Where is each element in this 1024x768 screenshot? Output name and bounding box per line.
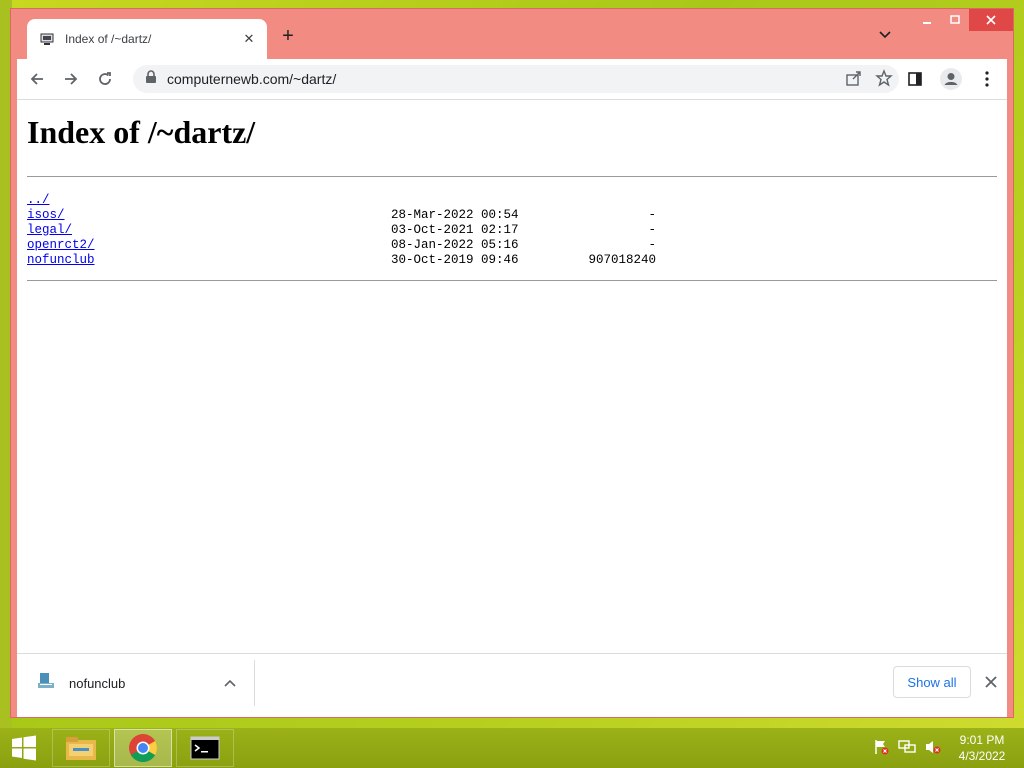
folder-icon xyxy=(66,737,96,760)
browser-tab[interactable]: Index of /~dartz/ ✕ xyxy=(27,19,267,59)
lock-icon[interactable] xyxy=(145,69,157,89)
download-file-name: nofunclub xyxy=(69,675,126,691)
listing-row: legal/03-Oct-2021 02:17 - xyxy=(27,223,997,238)
listing-row: ../ xyxy=(27,193,997,208)
divider xyxy=(27,280,997,281)
divider xyxy=(27,176,997,177)
terminal-icon xyxy=(190,736,220,760)
chrome-icon xyxy=(129,734,157,762)
address-bar[interactable]: computernewb.com/~dartz/ xyxy=(133,65,899,93)
chrome-taskbar-button[interactable] xyxy=(114,729,172,767)
favicon-icon xyxy=(39,31,55,47)
chevron-up-icon[interactable] xyxy=(218,671,242,695)
entry-date: 03-Oct-2021 02:17 xyxy=(391,223,519,237)
system-tray xyxy=(872,738,942,756)
share-icon[interactable] xyxy=(845,69,863,92)
system-clock[interactable]: 9:01 PM 4/3/2022 xyxy=(944,732,1020,764)
bookmark-star-icon[interactable] xyxy=(875,69,893,92)
directory-listing-page: Index of /~dartz/ ../isos/28-Mar-2022 00… xyxy=(27,100,997,281)
new-tab-button[interactable]: + xyxy=(277,25,299,47)
reload-button[interactable] xyxy=(91,65,119,93)
entry-link[interactable]: openrct2/ xyxy=(27,238,95,253)
entry-link[interactable]: legal/ xyxy=(27,223,72,238)
entry-size: - xyxy=(648,238,656,252)
back-button[interactable] xyxy=(23,65,51,93)
minimize-button[interactable] xyxy=(913,9,941,31)
browser-toolbar: computernewb.com/~dartz/ xyxy=(17,59,1007,99)
file-icon xyxy=(37,672,55,695)
taskbar: 9:01 PM 4/3/2022 xyxy=(0,728,1024,768)
maximize-button[interactable] xyxy=(941,9,969,31)
volume-muted-icon[interactable] xyxy=(924,738,942,756)
listing-row: nofunclub 30-Oct-2019 09:46 907018240 xyxy=(27,253,997,268)
close-download-bar-icon[interactable] xyxy=(979,670,1003,694)
entry-date: 28-Mar-2022 00:54 xyxy=(391,208,519,222)
browser-window: Index of /~dartz/ ✕ + computernewb.com/~… xyxy=(10,8,1014,718)
listing-row: openrct2/08-Jan-2022 05:16 - xyxy=(27,238,997,253)
tab-search-chevron-icon[interactable] xyxy=(875,25,895,45)
action-center-flag-icon[interactable] xyxy=(872,738,890,756)
tab-close-icon[interactable]: ✕ xyxy=(241,31,257,47)
entry-link[interactable]: isos/ xyxy=(27,208,65,223)
page-title: Index of /~dartz/ xyxy=(27,114,256,150)
network-icon[interactable] xyxy=(898,738,916,756)
clock-time: 9:01 PM xyxy=(959,733,1005,747)
download-item[interactable]: nofunclub xyxy=(17,660,255,706)
entry-size: - xyxy=(648,223,656,237)
file-explorer-taskbar-button[interactable] xyxy=(52,729,110,767)
url-text[interactable]: computernewb.com/~dartz/ xyxy=(167,71,336,87)
title-bar: Index of /~dartz/ ✕ + xyxy=(11,9,1013,59)
clock-date: 4/3/2022 xyxy=(958,749,1006,763)
menu-kebab-icon[interactable] xyxy=(973,65,1001,93)
start-button[interactable] xyxy=(8,734,40,762)
listing-row: isos/28-Mar-2022 00:54 - xyxy=(27,208,997,223)
window-controls xyxy=(913,9,1013,33)
download-bar: nofunclub Show all xyxy=(17,653,1007,717)
entry-size: - xyxy=(648,208,656,222)
close-window-button[interactable] xyxy=(969,9,1013,31)
forward-button[interactable] xyxy=(57,65,85,93)
entry-link[interactable]: nofunclub xyxy=(27,253,95,268)
entry-size: 907018240 xyxy=(588,253,656,267)
command-prompt-taskbar-button[interactable] xyxy=(176,729,234,767)
tab-title: Index of /~dartz/ xyxy=(65,32,152,46)
show-all-button[interactable]: Show all xyxy=(893,666,971,698)
profile-avatar-icon[interactable] xyxy=(937,65,965,93)
page-viewport: Index of /~dartz/ ../isos/28-Mar-2022 00… xyxy=(17,99,1007,653)
entry-date: 30-Oct-2019 09:46 xyxy=(391,253,519,267)
file-listing: ../isos/28-Mar-2022 00:54- legal/03-Oct-2… xyxy=(27,193,997,268)
entry-link[interactable]: ../ xyxy=(27,193,50,208)
side-panel-icon[interactable] xyxy=(901,65,929,93)
entry-date: 08-Jan-2022 05:16 xyxy=(391,238,519,252)
